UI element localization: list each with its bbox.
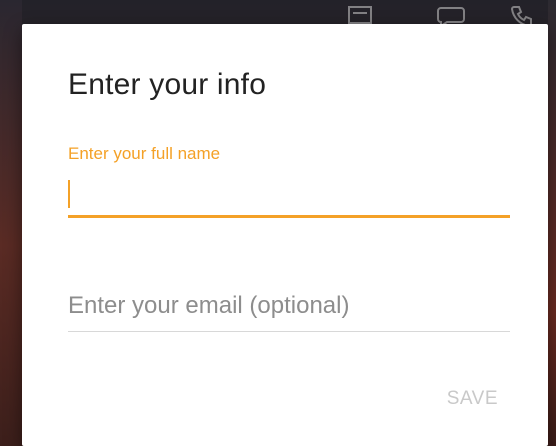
save-button[interactable]: SAVE (441, 384, 504, 414)
phone-icon (510, 6, 532, 26)
full-name-field: Enter your full name (68, 144, 510, 218)
email-field (68, 286, 510, 332)
info-dialog: Enter your info Enter your full name SAV… (22, 24, 548, 446)
backdrop-left-edge (0, 0, 22, 446)
battery-icon (348, 6, 372, 24)
full-name-label: Enter your full name (68, 144, 221, 163)
dialog-title: Enter your info (68, 68, 267, 101)
chat-icon (437, 7, 465, 26)
text-cursor (68, 180, 70, 208)
email-input[interactable] (68, 286, 510, 332)
backdrop-right-edge (548, 0, 556, 446)
full-name-input[interactable] (68, 178, 510, 218)
